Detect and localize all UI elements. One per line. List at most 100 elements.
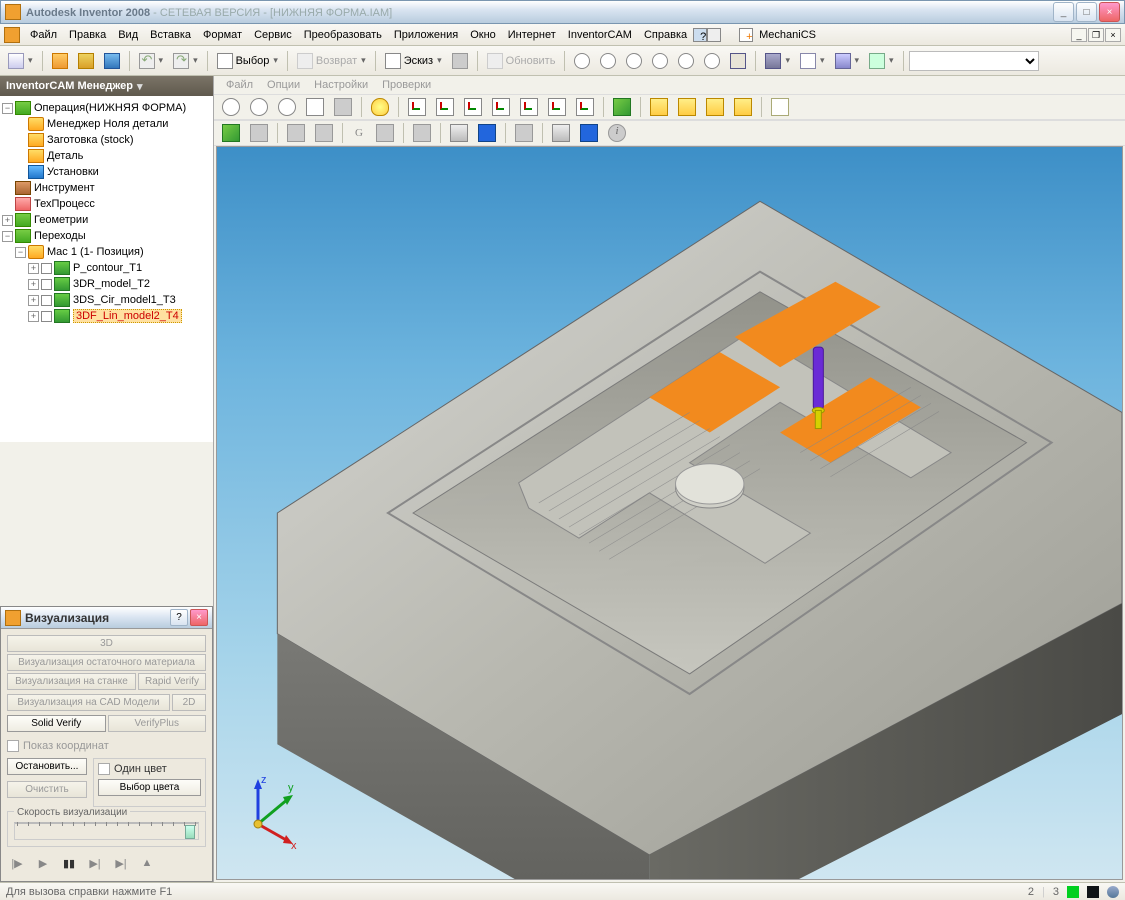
collapse-icon[interactable]: − (2, 231, 13, 242)
grid-button[interactable]: ▾ (865, 50, 898, 72)
vt-zoomwin[interactable] (218, 96, 244, 118)
viz-close-button[interactable]: × (190, 609, 208, 626)
menu-view[interactable]: Вид (112, 27, 144, 43)
checkbox[interactable] (41, 263, 52, 274)
vt2-g3[interactable] (311, 122, 337, 144)
select-button[interactable]: Выбор▾ (213, 50, 282, 72)
media-end[interactable]: ▶| (111, 857, 131, 875)
menu-format[interactable]: Формат (197, 27, 248, 43)
tree-geometries[interactable]: Геометрии (34, 214, 88, 226)
tree-operation[interactable]: Операция(НИЖНЯЯ ФОРМА) (34, 102, 186, 114)
collapse-icon[interactable]: − (2, 103, 13, 114)
zoom-window-button[interactable] (596, 50, 620, 72)
expand-icon[interactable]: + (28, 295, 39, 306)
tree-passes[interactable]: Переходы (34, 230, 86, 242)
lookat-button[interactable] (726, 50, 750, 72)
return-button[interactable]: Возврат▾ (293, 50, 370, 72)
vt-zoomdyn[interactable] (274, 96, 300, 118)
tree-t4-selected[interactable]: 3DF_Lin_model2_T4 (73, 309, 182, 323)
menu-service[interactable]: Сервис (248, 27, 298, 43)
vt2-flask2[interactable] (474, 122, 500, 144)
3d-viewport[interactable]: z y x (216, 146, 1123, 880)
vt-iso[interactable] (609, 96, 635, 118)
expand-icon[interactable]: + (2, 215, 13, 226)
vt-zoomall[interactable] (246, 96, 272, 118)
viz-solid-button[interactable]: Solid Verify (7, 715, 106, 732)
pan-button[interactable] (648, 50, 672, 72)
zoom-sel-button[interactable] (674, 50, 698, 72)
new-button[interactable]: ▾ (4, 50, 37, 72)
expand-icon[interactable]: + (28, 263, 39, 274)
tree-stock[interactable]: Заготовка (stock) (47, 134, 134, 146)
vt-s2[interactable] (674, 96, 700, 118)
menu-mechanics[interactable]: MechaniCS (753, 27, 822, 43)
sketch-button[interactable]: Эскиз▾ (381, 50, 446, 72)
tree-t2[interactable]: 3DR_model_T2 (73, 278, 150, 290)
style-combo[interactable] (909, 51, 1039, 71)
vp-settings[interactable]: Настройки (308, 77, 374, 93)
viz-machine-button[interactable]: Визуализация на станке (7, 673, 136, 690)
slider-thumb[interactable] (185, 825, 195, 839)
save-button[interactable] (100, 50, 124, 72)
mdi-restore[interactable]: ❐ (1088, 28, 1104, 42)
vt2-flask1[interactable] (446, 122, 472, 144)
menu-insert[interactable]: Вставка (144, 27, 197, 43)
vp-checks[interactable]: Проверки (376, 77, 437, 93)
window-close[interactable]: × (1099, 2, 1120, 22)
viz-verifyplus-button[interactable]: VerifyPlus (108, 715, 207, 732)
viz-cad-button[interactable]: Визуализация на CAD Модели (7, 694, 170, 711)
vt-bulb[interactable] (367, 96, 393, 118)
tree-process[interactable]: ТехПроцесс (34, 198, 95, 210)
plus-icon[interactable]: + (739, 28, 753, 42)
menu-transform[interactable]: Преобразовать (298, 27, 388, 43)
viz-help-button[interactable]: ? (170, 609, 188, 626)
vt-s3[interactable] (702, 96, 728, 118)
viz-rapid-button[interactable]: Rapid Verify (138, 673, 206, 690)
wire-button[interactable]: ▾ (796, 50, 829, 72)
tree-mac[interactable]: Mac 1 (1- Позиция) (47, 246, 144, 258)
open2-button[interactable] (74, 50, 98, 72)
window-maximize[interactable]: □ (1076, 2, 1097, 22)
tree-zero[interactable]: Менеджер Ноля детали (47, 118, 168, 130)
sketch-extra-button[interactable] (448, 50, 472, 72)
collapse-icon[interactable]: − (15, 247, 26, 258)
vt-v3[interactable] (460, 96, 486, 118)
vt-s4[interactable] (730, 96, 756, 118)
vt2-info[interactable]: i (604, 122, 630, 144)
checkbox[interactable] (41, 279, 52, 290)
checkbox[interactable] (41, 295, 52, 306)
undo-button[interactable]: ▾ (135, 50, 168, 72)
help-icon[interactable]: ? (693, 28, 707, 42)
viz-rest-button[interactable]: Визуализация остаточного материала (7, 654, 206, 671)
viz-stop-button[interactable]: Остановить... (7, 758, 87, 775)
menu-internet[interactable]: Интернет (502, 27, 562, 43)
menu-file[interactable]: Файл (24, 27, 63, 43)
vt2-g5[interactable] (409, 122, 435, 144)
viz-2d-button[interactable]: 2D (172, 694, 206, 711)
vt-v6[interactable] (544, 96, 570, 118)
viz-onecolor-checkbox[interactable]: Один цвет (98, 763, 201, 775)
vt2-g2[interactable] (283, 122, 309, 144)
tree-tool[interactable]: Инструмент (34, 182, 95, 194)
expand-icon[interactable]: + (28, 311, 39, 322)
operation-tree[interactable]: − Операция(НИЖНЯЯ ФОРМА) Менеджер Ноля де… (0, 96, 213, 442)
viz-speed-slider[interactable] (14, 822, 199, 840)
open-button[interactable] (48, 50, 72, 72)
zoom-dyn-button[interactable] (622, 50, 646, 72)
vt-v7[interactable] (572, 96, 598, 118)
viz-clear-button[interactable]: Очистить (7, 781, 87, 798)
media-next[interactable]: ▶| (85, 857, 105, 875)
mdi-close[interactable]: × (1105, 28, 1121, 42)
viz-3d-button[interactable]: 3D (7, 635, 206, 652)
menu-help[interactable]: Справка (638, 27, 693, 43)
zoom-all-button[interactable] (570, 50, 594, 72)
media-play[interactable]: ▶ (33, 857, 53, 875)
vt-w1[interactable] (767, 96, 793, 118)
vt-v4[interactable] (488, 96, 514, 118)
window-minimize[interactable]: _ (1053, 2, 1074, 22)
checkbox[interactable] (41, 311, 52, 322)
expand-icon[interactable]: + (28, 279, 39, 290)
menu-edit[interactable]: Правка (63, 27, 112, 43)
vt-v1[interactable] (404, 96, 430, 118)
menu-inventorcam[interactable]: InventorCAM (562, 27, 638, 43)
